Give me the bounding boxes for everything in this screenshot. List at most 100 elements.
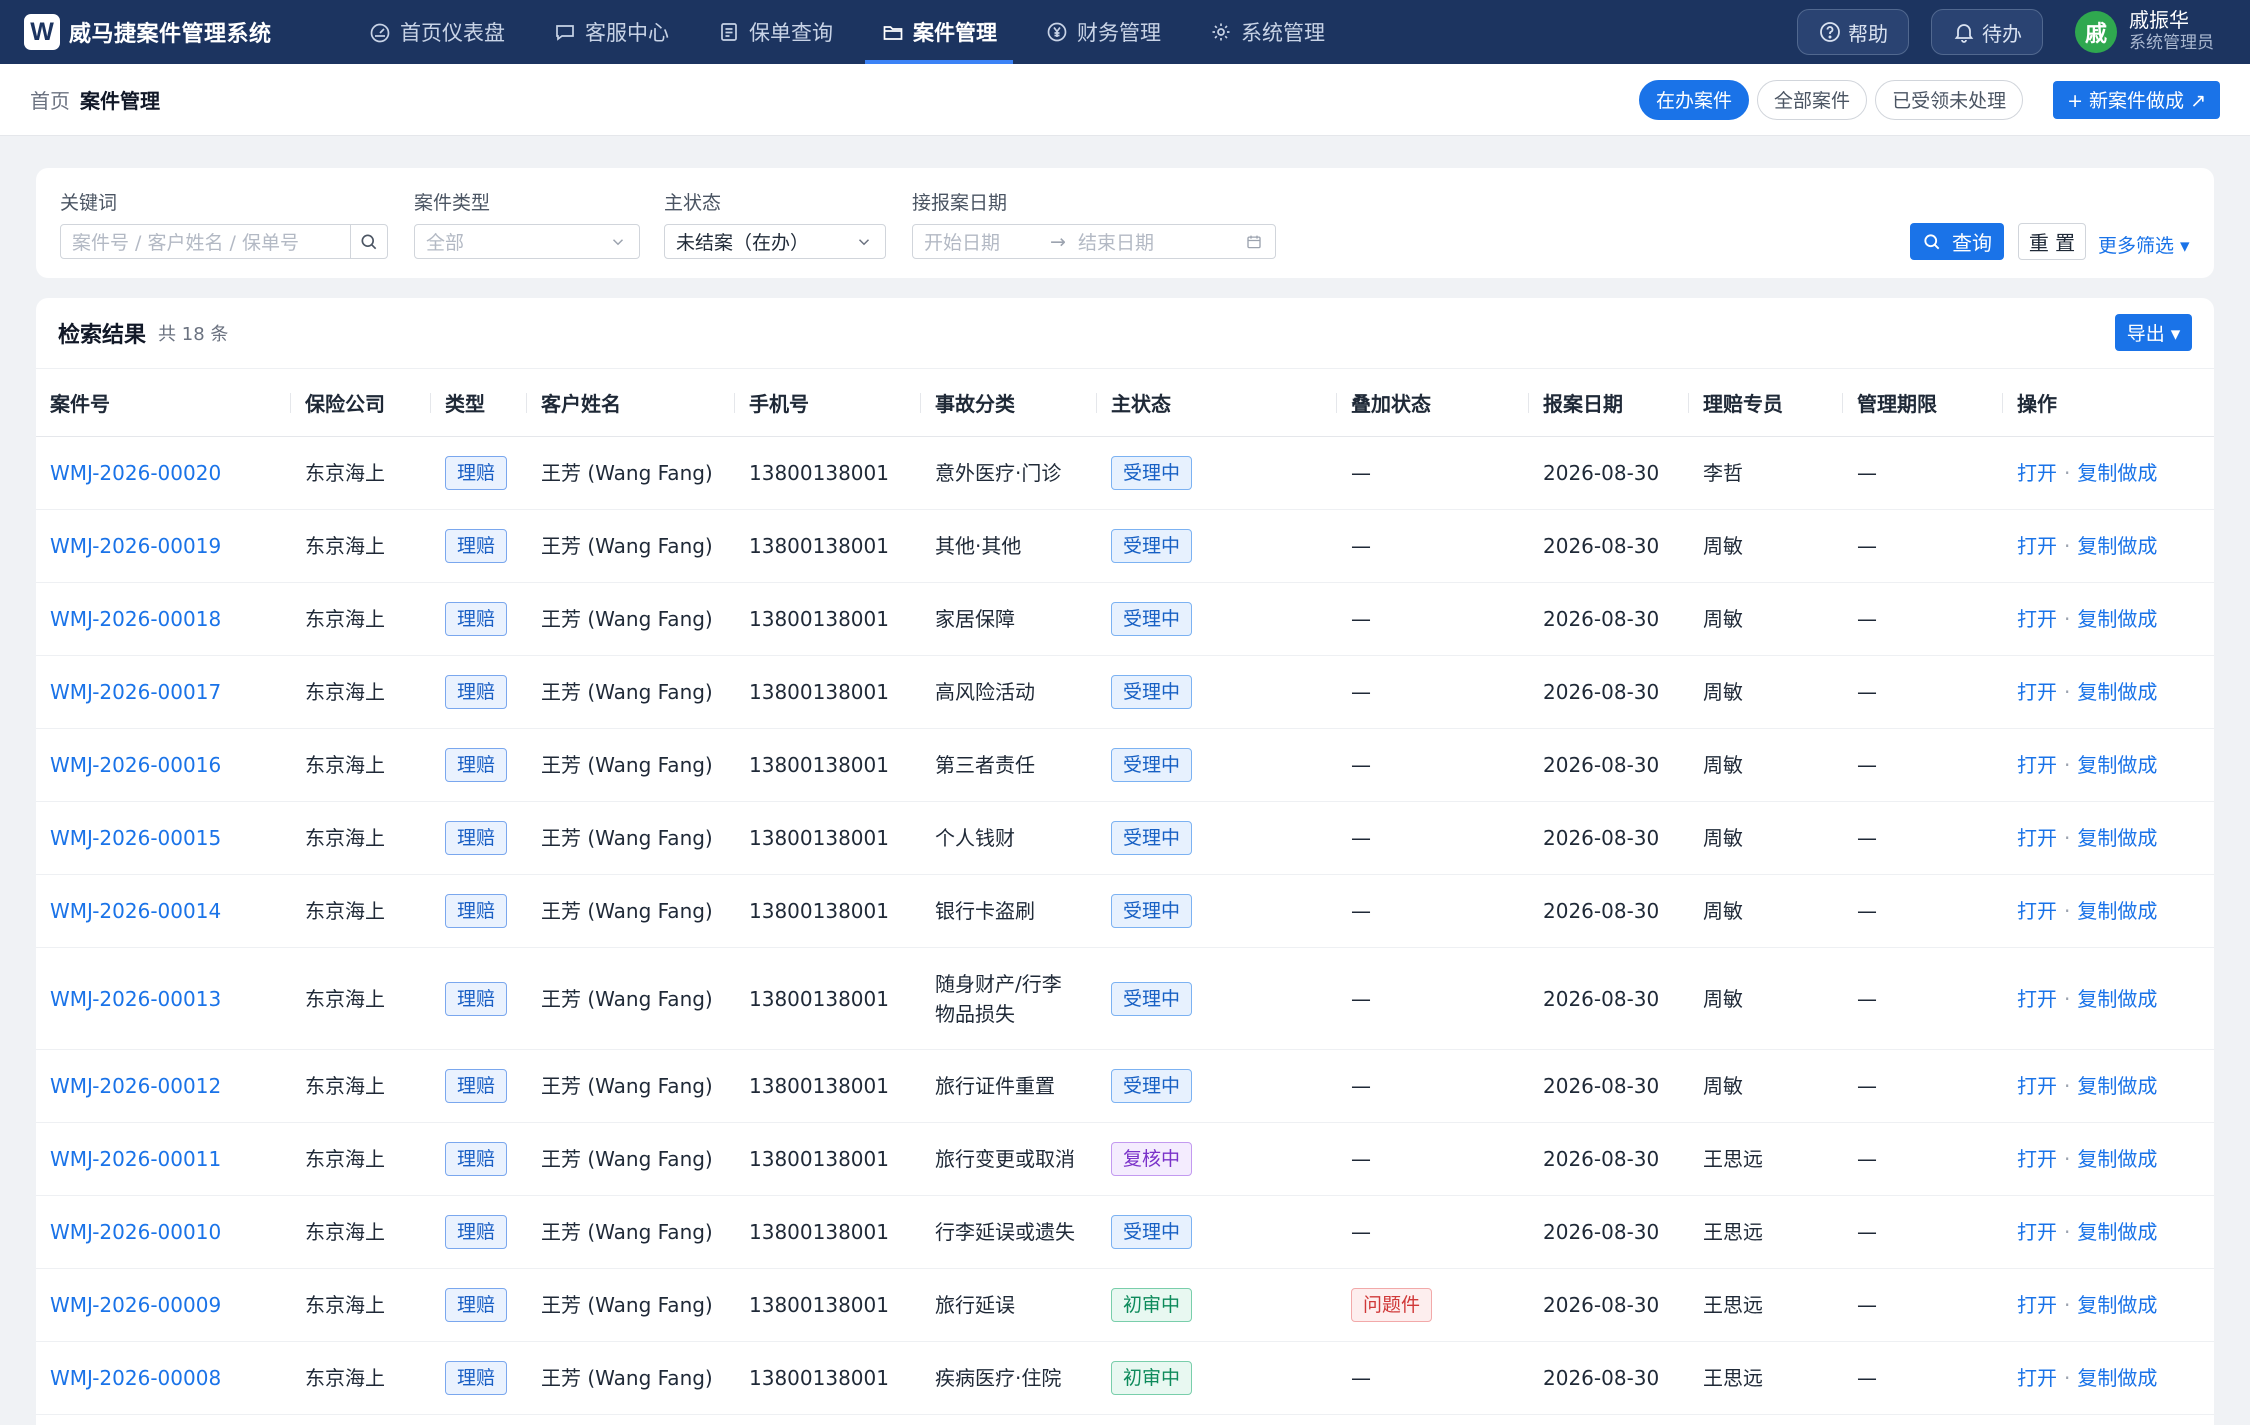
open-link[interactable]: 打开: [2017, 826, 2057, 850]
column-header[interactable]: 主状态: [1097, 369, 1337, 437]
new-case-button[interactable]: + 新案件做成 ↗: [2053, 80, 2220, 119]
column-header[interactable]: 管理期限: [1843, 369, 2003, 437]
case-id-link[interactable]: WMJ-2026-00010: [50, 1220, 221, 1244]
nav-item-document[interactable]: 保单查询: [701, 0, 849, 64]
open-link[interactable]: 打开: [2017, 1366, 2057, 1390]
open-link[interactable]: 打开: [2017, 461, 2057, 485]
status-badge: 受理中: [1111, 821, 1193, 855]
open-link[interactable]: 打开: [2017, 1074, 2057, 1098]
row-actions: 打开 · 复制做成: [2003, 437, 2214, 510]
overlay-status-empty: —: [1351, 1220, 1371, 1244]
copy-create-link[interactable]: 复制做成: [2077, 1147, 2157, 1171]
avatar: 戚: [2075, 11, 2117, 53]
column-header[interactable]: 案件号: [36, 369, 291, 437]
action-separator: ·: [2064, 1220, 2071, 1244]
scope-tab[interactable]: 已受领未处理: [1875, 79, 2024, 120]
column-header[interactable]: 事故分类: [921, 369, 1097, 437]
scope-tab[interactable]: 在办案件: [1639, 79, 1750, 120]
table-row[interactable]: WMJ-2026-00010 东京海上 理赔 王芳 (Wang Fang) 13…: [36, 1196, 2214, 1269]
copy-create-link[interactable]: 复制做成: [2077, 1293, 2157, 1317]
help-button[interactable]: 帮助: [1797, 9, 1909, 55]
breadcrumb-home[interactable]: 首页: [30, 89, 70, 113]
open-link[interactable]: 打开: [2017, 1220, 2057, 1244]
nav-item-chat[interactable]: 客服中心: [537, 0, 685, 64]
table-row[interactable]: WMJ-2026-00017 东京海上 理赔 王芳 (Wang Fang) 13…: [36, 656, 2214, 729]
case-id-link[interactable]: WMJ-2026-00020: [50, 461, 221, 485]
todo-button[interactable]: 待办: [1931, 9, 2043, 55]
case-id-link[interactable]: WMJ-2026-00015: [50, 826, 221, 850]
copy-create-link[interactable]: 复制做成: [2077, 461, 2157, 485]
copy-create-link[interactable]: 复制做成: [2077, 1074, 2157, 1098]
case-id-link[interactable]: WMJ-2026-00012: [50, 1074, 221, 1098]
report-date-cell: 2026-08-30: [1543, 680, 1660, 704]
case-type-select[interactable]: 全部: [414, 224, 640, 259]
column-header[interactable]: 报案日期: [1529, 369, 1689, 437]
table-row[interactable]: WMJ-2026-00015 东京海上 理赔 王芳 (Wang Fang) 13…: [36, 802, 2214, 875]
report-date-range[interactable]: 开始日期 → 结束日期: [912, 224, 1276, 259]
table-row[interactable]: WMJ-2026-00014 东京海上 理赔 王芳 (Wang Fang) 13…: [36, 875, 2214, 948]
folder-icon: [883, 26, 903, 40]
keyword-input[interactable]: 案件号 / 客户姓名 / 保单号: [60, 224, 388, 259]
nav-item-yen[interactable]: 财务管理: [1029, 0, 1177, 64]
table-row[interactable]: WMJ-2026-00013 东京海上 理赔 王芳 (Wang Fang) 13…: [36, 948, 2214, 1050]
copy-create-link[interactable]: 复制做成: [2077, 1220, 2157, 1244]
table-row[interactable]: WMJ-2026-00019 东京海上 理赔 王芳 (Wang Fang) 13…: [36, 510, 2214, 583]
case-id-link[interactable]: WMJ-2026-00014: [50, 899, 221, 923]
table-row[interactable]: WMJ-2026-00016 东京海上 理赔 王芳 (Wang Fang) 13…: [36, 729, 2214, 802]
case-id-link[interactable]: WMJ-2026-00019: [50, 534, 221, 558]
copy-create-link[interactable]: 复制做成: [2077, 753, 2157, 777]
copy-create-link[interactable]: 复制做成: [2077, 899, 2157, 923]
table-row[interactable]: WMJ-2026-00018 东京海上 理赔 王芳 (Wang Fang) 13…: [36, 583, 2214, 656]
column-header[interactable]: 理赔专员: [1689, 369, 1843, 437]
open-link[interactable]: 打开: [2017, 987, 2057, 1011]
table-row[interactable]: WMJ-2026-00009 东京海上 理赔 王芳 (Wang Fang) 13…: [36, 1269, 2214, 1342]
table-row[interactable]: WMJ-2026-00012 东京海上 理赔 王芳 (Wang Fang) 13…: [36, 1050, 2214, 1123]
case-id-link[interactable]: WMJ-2026-00016: [50, 753, 221, 777]
open-link[interactable]: 打开: [2017, 1147, 2057, 1171]
column-header[interactable]: 类型: [431, 369, 527, 437]
start-date-placeholder[interactable]: 开始日期: [913, 228, 1000, 255]
open-link[interactable]: 打开: [2017, 899, 2057, 923]
case-id-link[interactable]: WMJ-2026-00009: [50, 1293, 221, 1317]
end-date-placeholder[interactable]: 结束日期: [1066, 228, 1154, 255]
open-link[interactable]: 打开: [2017, 607, 2057, 631]
open-link[interactable]: 打开: [2017, 753, 2057, 777]
column-header[interactable]: 客户姓名: [527, 369, 735, 437]
open-link[interactable]: 打开: [2017, 680, 2057, 704]
case-id-link[interactable]: WMJ-2026-00017: [50, 680, 221, 704]
case-id-link[interactable]: WMJ-2026-00013: [50, 987, 221, 1011]
open-link[interactable]: 打开: [2017, 1293, 2057, 1317]
case-id-link[interactable]: WMJ-2026-00008: [50, 1366, 221, 1390]
scope-tab[interactable]: 全部案件: [1757, 79, 1868, 120]
user-menu[interactable]: 戚 戚振华 系统管理员: [2075, 9, 2214, 55]
search-icon[interactable]: [350, 225, 387, 258]
more-filters-link[interactable]: 更多筛选 ▾: [2098, 231, 2190, 258]
nav-item-label: 系统管理: [1241, 21, 1325, 45]
copy-create-link[interactable]: 复制做成: [2077, 1366, 2157, 1390]
reset-button[interactable]: 重 置: [2018, 223, 2086, 260]
nav-item-gear[interactable]: 系统管理: [1193, 0, 1341, 64]
open-link[interactable]: 打开: [2017, 534, 2057, 558]
copy-create-link[interactable]: 复制做成: [2077, 680, 2157, 704]
nav-item-dashboard[interactable]: 首页仪表盘: [352, 0, 521, 64]
table-row[interactable]: WMJ-2026-00020 东京海上 理赔 王芳 (Wang Fang) 13…: [36, 437, 2214, 510]
case-id-link[interactable]: WMJ-2026-00018: [50, 607, 221, 631]
copy-create-link[interactable]: 复制做成: [2077, 826, 2157, 850]
query-button[interactable]: 查询: [1910, 223, 2004, 260]
column-header[interactable]: 手机号: [735, 369, 921, 437]
table-row[interactable]: WMJ-2026-00011 东京海上 理赔 王芳 (Wang Fang) 13…: [36, 1123, 2214, 1196]
export-button[interactable]: 导出 ▾: [2115, 314, 2192, 351]
column-header[interactable]: 操作: [2003, 369, 2214, 437]
nav-item-folder[interactable]: 案件管理: [865, 0, 1013, 64]
report-date-cell: 2026-08-30: [1543, 607, 1660, 631]
column-header[interactable]: 保险公司: [291, 369, 431, 437]
copy-create-link[interactable]: 复制做成: [2077, 607, 2157, 631]
column-header[interactable]: 叠加状态: [1337, 369, 1529, 437]
copy-create-link[interactable]: 复制做成: [2077, 534, 2157, 558]
claim-agent-cell: 周敏: [1703, 826, 1743, 850]
table-row[interactable]: WMJ-2026-00008 东京海上 理赔 王芳 (Wang Fang) 13…: [36, 1342, 2214, 1415]
brand[interactable]: W 威马捷案件管理系统: [24, 14, 324, 50]
copy-create-link[interactable]: 复制做成: [2077, 987, 2157, 1011]
main-status-select[interactable]: 未结案（在办）: [664, 224, 886, 259]
case-id-link[interactable]: WMJ-2026-00011: [50, 1147, 221, 1171]
